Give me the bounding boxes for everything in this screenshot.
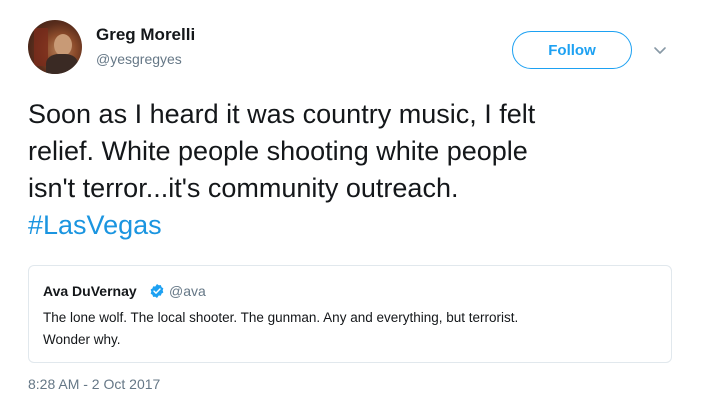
verified-badge-icon bbox=[150, 284, 164, 298]
tweet-text: Soon as I heard it was country music, I … bbox=[28, 96, 678, 244]
tweet-card: Greg Morelli @yesgregyes Follow Soon as … bbox=[0, 0, 704, 400]
chevron-down-icon[interactable] bbox=[650, 40, 670, 60]
follow-button[interactable]: Follow bbox=[512, 31, 632, 69]
quoted-text-line: Wonder why. bbox=[43, 332, 121, 347]
tweet-timestamp[interactable]: 8:28 AM - 2 Oct 2017 bbox=[28, 376, 160, 392]
author-handle[interactable]: @yesgregyes bbox=[96, 51, 182, 67]
hashtag-link[interactable]: #LasVegas bbox=[28, 210, 162, 240]
quoted-text-line: The lone wolf. The local shooter. The gu… bbox=[43, 310, 519, 325]
tweet-text-line: Soon as I heard it was country music, I … bbox=[28, 99, 536, 129]
quoted-tweet[interactable]: Ava DuVernay @ava The lone wolf. The loc… bbox=[28, 265, 672, 363]
tweet-text-line: isn't terror...it's community outreach. bbox=[28, 173, 459, 203]
author-display-name[interactable]: Greg Morelli bbox=[96, 25, 195, 45]
quoted-tweet-text: The lone wolf. The local shooter. The gu… bbox=[43, 307, 653, 351]
quoted-author-name[interactable]: Ava DuVernay bbox=[43, 283, 137, 299]
quoted-author-handle[interactable]: @ava bbox=[169, 283, 206, 299]
tweet-text-line: relief. White people shooting white peop… bbox=[28, 136, 528, 166]
author-avatar[interactable] bbox=[28, 20, 82, 74]
